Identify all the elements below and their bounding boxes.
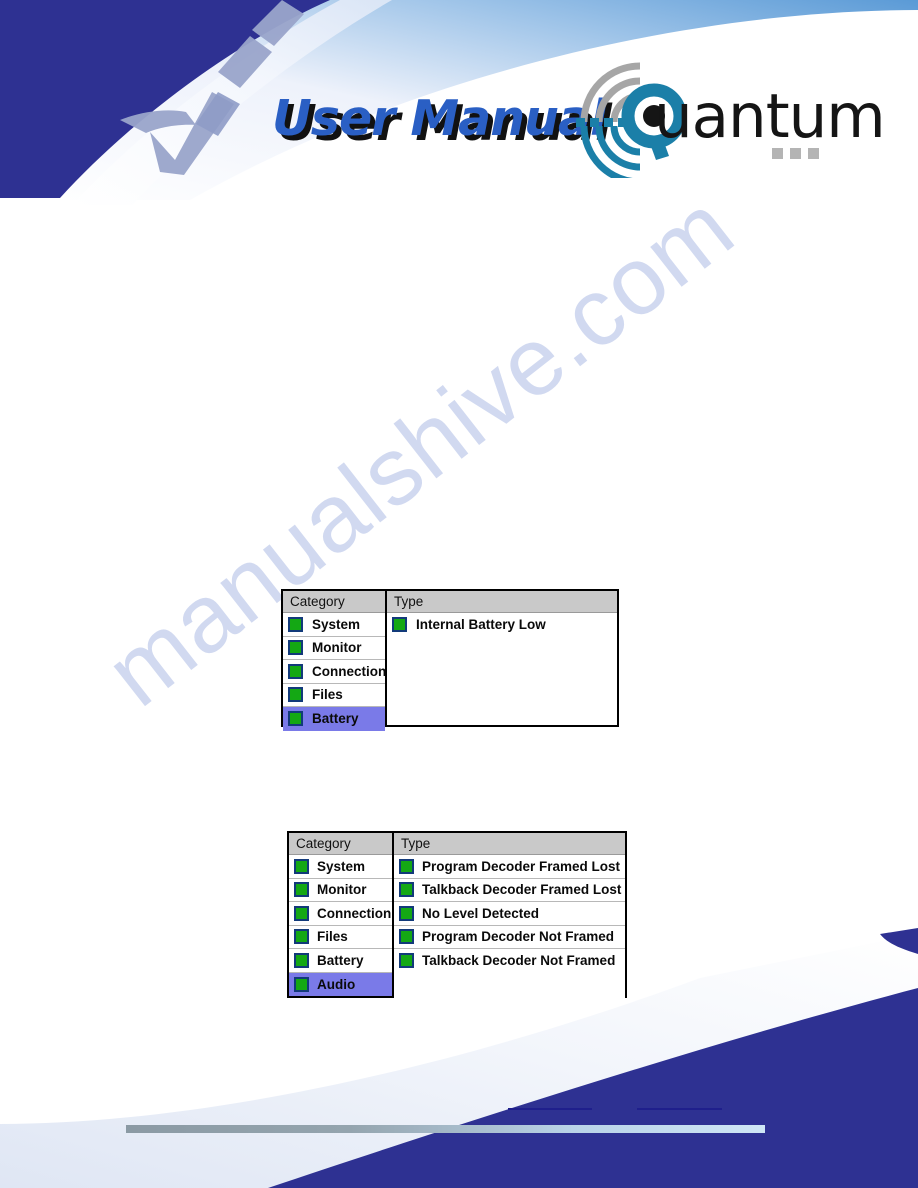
category-label: Monitor	[312, 640, 362, 656]
category-label: Files	[312, 687, 343, 703]
type-empty-area	[394, 972, 625, 998]
page-title-text: User Manual	[272, 90, 607, 147]
category-label: System	[317, 858, 366, 874]
status-led-icon	[288, 663, 303, 679]
type-column-header: Type	[394, 833, 625, 855]
status-led-icon	[288, 687, 303, 703]
category-label: System	[312, 616, 361, 632]
category-column-header: Category	[283, 591, 385, 613]
audio-alarm-table[interactable]: Category System Monitor Connection Files	[287, 831, 627, 998]
type-rows: Internal Battery Low	[387, 613, 617, 637]
status-led-icon	[294, 905, 309, 921]
category-rows: System Monitor Connection Files Battery	[289, 855, 392, 996]
category-label: Battery	[312, 711, 359, 727]
category-column: Category System Monitor Connection Files	[283, 591, 387, 731]
footer-gradient-bar	[126, 1125, 765, 1133]
table-row[interactable]: Program Decoder Not Framed	[394, 925, 625, 949]
category-label: Audio	[317, 976, 356, 992]
table-row-selected[interactable]: Battery	[283, 707, 385, 731]
category-column: Category System Monitor Connection Files	[289, 833, 394, 996]
type-label: Program Decoder Framed Lost	[422, 858, 621, 874]
type-label: Talkback Decoder Not Framed	[422, 953, 616, 969]
manual-page: manualshive.com User Manual User Manual	[0, 0, 918, 1188]
table-row[interactable]: Connection	[289, 902, 392, 926]
type-column: Type Program Decoder Framed Lost Talkbac…	[394, 833, 625, 998]
table-row[interactable]: Internal Battery Low	[387, 613, 617, 637]
table-row[interactable]: System	[283, 613, 385, 637]
table-row[interactable]: Monitor	[289, 878, 392, 902]
table-row[interactable]: Files	[283, 683, 385, 707]
table-row[interactable]: Talkback Decoder Not Framed	[394, 949, 625, 973]
table-row[interactable]: Program Decoder Framed Lost	[394, 855, 625, 879]
status-led-icon	[294, 976, 309, 992]
type-column: Type Internal Battery Low	[387, 591, 617, 725]
status-led-icon	[294, 929, 309, 945]
table-row[interactable]: System	[289, 855, 392, 879]
table-row-selected[interactable]: Audio	[289, 972, 392, 996]
status-led-icon	[288, 616, 303, 632]
battery-alarm-table[interactable]: Category System Monitor Connection Files	[281, 589, 619, 731]
table-row[interactable]: Battery	[289, 949, 392, 973]
type-label: Program Decoder Not Framed	[422, 929, 615, 945]
category-rows: System Monitor Connection Files Battery	[283, 613, 387, 731]
status-led-icon	[294, 952, 309, 968]
category-label: Monitor	[317, 882, 367, 898]
status-led-icon	[399, 953, 414, 969]
status-led-icon	[294, 882, 309, 898]
type-rows: Program Decoder Framed Lost Talkback Dec…	[394, 855, 625, 973]
quantum-logo: uantum	[566, 60, 886, 178]
status-led-icon	[399, 882, 414, 898]
category-column-header: Category	[289, 833, 392, 855]
status-led-icon	[399, 905, 414, 921]
logo-wordmark: uantum	[654, 81, 886, 152]
category-label: Battery	[317, 952, 364, 968]
status-led-icon	[294, 858, 309, 874]
table-row[interactable]: Connection	[283, 660, 387, 684]
table-row[interactable]: No Level Detected	[394, 902, 625, 926]
status-led-icon	[399, 929, 414, 945]
type-column-header: Type	[387, 591, 617, 613]
status-led-icon	[399, 858, 414, 874]
table-row[interactable]: Files	[289, 925, 392, 949]
table-row[interactable]: Talkback Decoder Framed Lost	[394, 878, 625, 902]
footer-rule-right	[637, 1108, 722, 1110]
category-label: Connection	[317, 905, 392, 921]
type-label: No Level Detected	[422, 905, 540, 921]
status-led-icon	[288, 640, 303, 656]
category-label: Connection	[312, 663, 387, 679]
footer-rule-left	[508, 1108, 592, 1110]
type-empty-area	[387, 636, 617, 725]
type-label: Internal Battery Low	[416, 617, 546, 633]
type-label: Talkback Decoder Framed Lost	[422, 882, 622, 898]
status-led-icon	[288, 711, 303, 727]
category-label: Files	[317, 929, 348, 945]
status-led-icon	[392, 617, 407, 633]
table-row[interactable]: Monitor	[283, 636, 385, 660]
